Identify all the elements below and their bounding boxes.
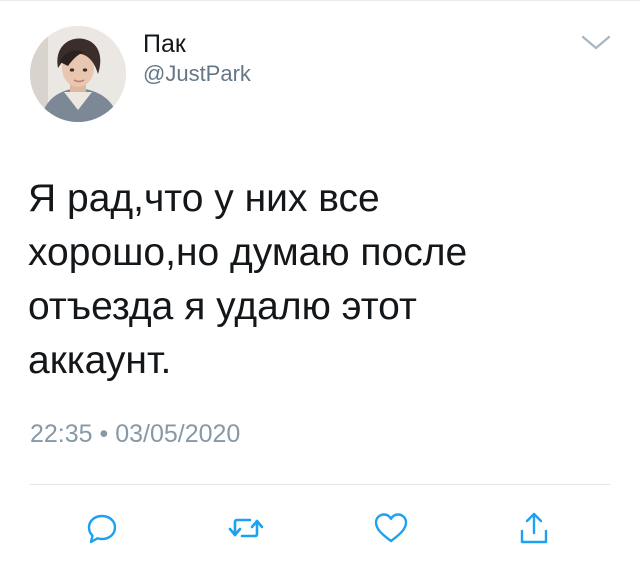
- reply-button[interactable]: [82, 508, 122, 548]
- tweet-timestamp[interactable]: 22:35 • 03/05/2020: [30, 419, 240, 449]
- tweet-text-line: аккаунт.: [28, 339, 172, 382]
- user-handle[interactable]: @JustPark: [143, 60, 251, 88]
- reply-icon: [87, 514, 117, 544]
- avatar-photo: [30, 26, 126, 122]
- tweet-text-line: Я рад,что у них все: [28, 177, 380, 220]
- like-button[interactable]: [371, 508, 411, 548]
- share-icon: [520, 512, 548, 544]
- avatar[interactable]: [30, 26, 126, 122]
- top-border: [0, 0, 640, 1]
- chevron-down-icon[interactable]: [580, 33, 612, 53]
- heart-icon: [374, 513, 408, 543]
- display-name[interactable]: Пак: [143, 29, 186, 59]
- retweet-button[interactable]: [226, 508, 266, 548]
- tweet-text-line: хорошо,но думаю после: [28, 231, 468, 274]
- tweet-text: Я рад,что у них все хорошо,но думаю посл…: [28, 172, 608, 388]
- share-button[interactable]: [514, 508, 554, 548]
- divider: [30, 484, 610, 485]
- tweet-text-line: отъезда я удалю этот: [28, 285, 417, 328]
- retweet-icon: [228, 518, 264, 538]
